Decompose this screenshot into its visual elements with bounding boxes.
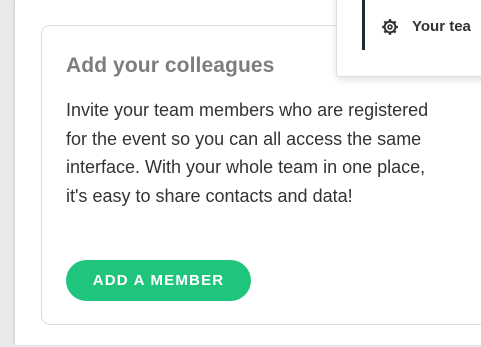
card-description: Invite your team members who are registe… bbox=[66, 100, 429, 206]
dropdown-item-label: Your tea bbox=[412, 18, 471, 35]
card-title: Add your colleagues bbox=[66, 54, 275, 77]
dropdown-item-your-team[interactable]: Your tea bbox=[362, 0, 481, 50]
dropdown-menu: Your tea bbox=[336, 0, 481, 77]
page: Add your colleagues Invite your team mem… bbox=[0, 0, 481, 347]
gear-icon bbox=[381, 18, 399, 36]
add-member-button[interactable]: ADD A MEMBER bbox=[66, 260, 251, 301]
